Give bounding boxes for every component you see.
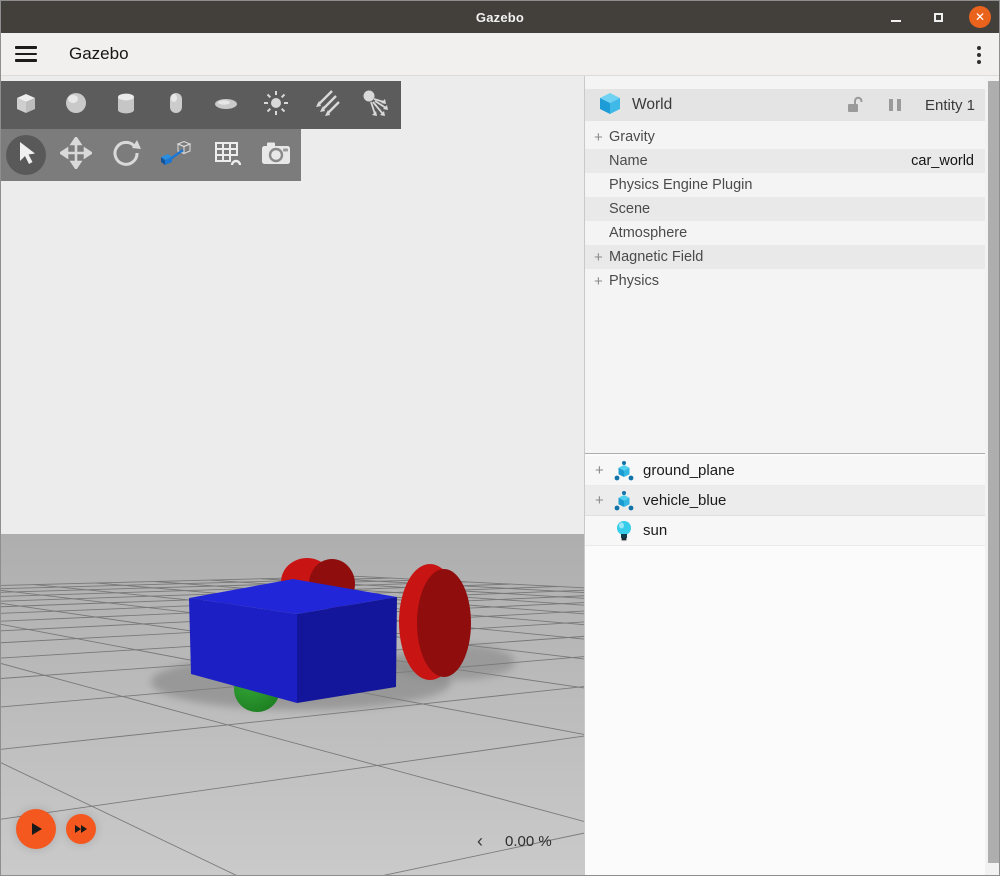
world-cube-icon xyxy=(598,91,622,120)
expand-plus-icon[interactable]: + xyxy=(594,249,609,266)
model-icon xyxy=(611,460,637,482)
model-icon xyxy=(611,490,637,512)
property-label: Magnetic Field xyxy=(609,249,985,265)
property-label: Scene xyxy=(609,201,985,217)
rotate-tool-button[interactable] xyxy=(101,133,151,177)
world-panel: World Entity 1 +GravityNamecar_worldPhys… xyxy=(584,76,985,876)
property-row: Atmosphere xyxy=(585,221,985,245)
light-bulb-icon xyxy=(611,519,637,543)
property-label: Physics xyxy=(609,273,985,289)
entity-label: ground_plane xyxy=(643,462,735,479)
entity-count-label: Entity 1 xyxy=(925,97,975,114)
component-inspector-header: World Entity 1 xyxy=(585,89,985,121)
spot-light-icon xyxy=(359,87,393,124)
property-row: Physics Engine Plugin xyxy=(585,173,985,197)
property-row: Scene xyxy=(585,197,985,221)
grid-tool-button[interactable] xyxy=(201,133,251,177)
pause-icon[interactable] xyxy=(887,97,903,113)
property-label: Gravity xyxy=(609,129,985,145)
transform-toolbar xyxy=(1,129,301,181)
menubar: Gazebo xyxy=(1,33,999,76)
property-row: +Gravity xyxy=(585,125,985,149)
translate-tool-button[interactable] xyxy=(51,133,101,177)
hamburger-icon xyxy=(15,46,37,49)
directional-light-tool-button[interactable] xyxy=(301,83,351,127)
shapes-toolbar xyxy=(1,81,401,129)
property-label: Atmosphere xyxy=(609,225,985,241)
sphere-tool-button[interactable] xyxy=(51,83,101,127)
grid-icon xyxy=(210,137,242,174)
scrollbar-thumb[interactable] xyxy=(988,81,1000,863)
property-label: Name xyxy=(609,153,911,169)
entity-tree-item-vehicle_blue[interactable]: + vehicle_blue xyxy=(585,486,985,516)
rotate-icon xyxy=(110,137,142,174)
directional-light-icon xyxy=(310,87,342,124)
scene-3d-canvas[interactable] xyxy=(1,76,584,876)
window-title: Gazebo xyxy=(476,10,524,25)
ellipsoid-icon xyxy=(211,88,241,123)
sphere-icon xyxy=(61,88,91,123)
entity-tree-item-sun[interactable]: sun xyxy=(585,516,985,546)
capsule-icon xyxy=(161,88,191,123)
property-row: +Physics xyxy=(585,269,985,293)
box-icon xyxy=(11,88,41,123)
close-button[interactable]: ✕ xyxy=(969,6,991,28)
minimize-icon xyxy=(891,20,901,22)
expand-plus-icon[interactable]: + xyxy=(594,129,609,146)
cylinder-tool-button[interactable] xyxy=(101,83,151,127)
property-list: +GravityNamecar_worldPhysics Engine Plug… xyxy=(585,125,985,293)
app-title: Gazebo xyxy=(69,44,129,64)
playback-controls xyxy=(16,809,96,849)
property-row: +Magnetic Field xyxy=(585,245,985,269)
entity-tree-item-ground_plane[interactable]: + ground_plane xyxy=(585,456,985,486)
expand-plus-icon[interactable]: + xyxy=(594,273,609,290)
step-button[interactable] xyxy=(66,814,96,844)
maximize-icon xyxy=(934,13,943,22)
property-row: Namecar_world xyxy=(585,149,985,173)
entity-tree: + ground_plane + vehicle_bluesun xyxy=(585,453,985,876)
entity-label: vehicle_blue xyxy=(643,492,726,509)
point-light-tool-button[interactable] xyxy=(251,83,301,127)
point-light-icon xyxy=(260,87,292,124)
select-tool-button[interactable] xyxy=(1,133,51,177)
screenshot-tool-button[interactable] xyxy=(251,133,301,177)
rtf-indicator: ‹ 0.00 % xyxy=(477,832,552,850)
minimize-button[interactable] xyxy=(885,6,907,28)
play-icon xyxy=(28,821,44,837)
expand-plus-icon[interactable]: + xyxy=(595,492,611,509)
property-value: car_world xyxy=(911,153,974,169)
gazebo-window: Gazebo ✕ Gazebo xyxy=(0,0,1000,876)
hamburger-menu-button[interactable] xyxy=(15,41,41,67)
screenshot-icon xyxy=(259,138,293,173)
snap-tool-button[interactable] xyxy=(151,133,201,177)
spot-light-tool-button[interactable] xyxy=(351,83,401,127)
step-icon xyxy=(74,824,88,834)
render-viewport[interactable]: ‹ 0.00 % xyxy=(1,76,584,876)
titlebar: Gazebo ✕ xyxy=(1,1,999,33)
inspector-title: World xyxy=(632,96,845,114)
kebab-icon xyxy=(977,46,981,50)
kebab-menu-button[interactable] xyxy=(977,33,981,76)
entity-label: sun xyxy=(643,522,667,539)
cylinder-icon xyxy=(111,88,141,123)
maximize-button[interactable] xyxy=(927,6,949,28)
select-icon xyxy=(11,138,41,173)
capsule-tool-button[interactable] xyxy=(151,83,201,127)
ellipsoid-tool-button[interactable] xyxy=(201,83,251,127)
unlock-icon[interactable] xyxy=(845,95,865,115)
panel-scrollbar xyxy=(985,76,1000,876)
play-button[interactable] xyxy=(16,809,56,849)
property-label: Physics Engine Plugin xyxy=(609,177,985,193)
expand-plus-icon[interactable]: + xyxy=(595,462,611,479)
chevron-left-icon[interactable]: ‹ xyxy=(477,832,483,850)
translate-icon xyxy=(60,137,92,174)
rtf-value: 0.00 % xyxy=(505,833,552,850)
box-tool-button[interactable] xyxy=(1,83,51,127)
snap-icon xyxy=(159,137,193,174)
